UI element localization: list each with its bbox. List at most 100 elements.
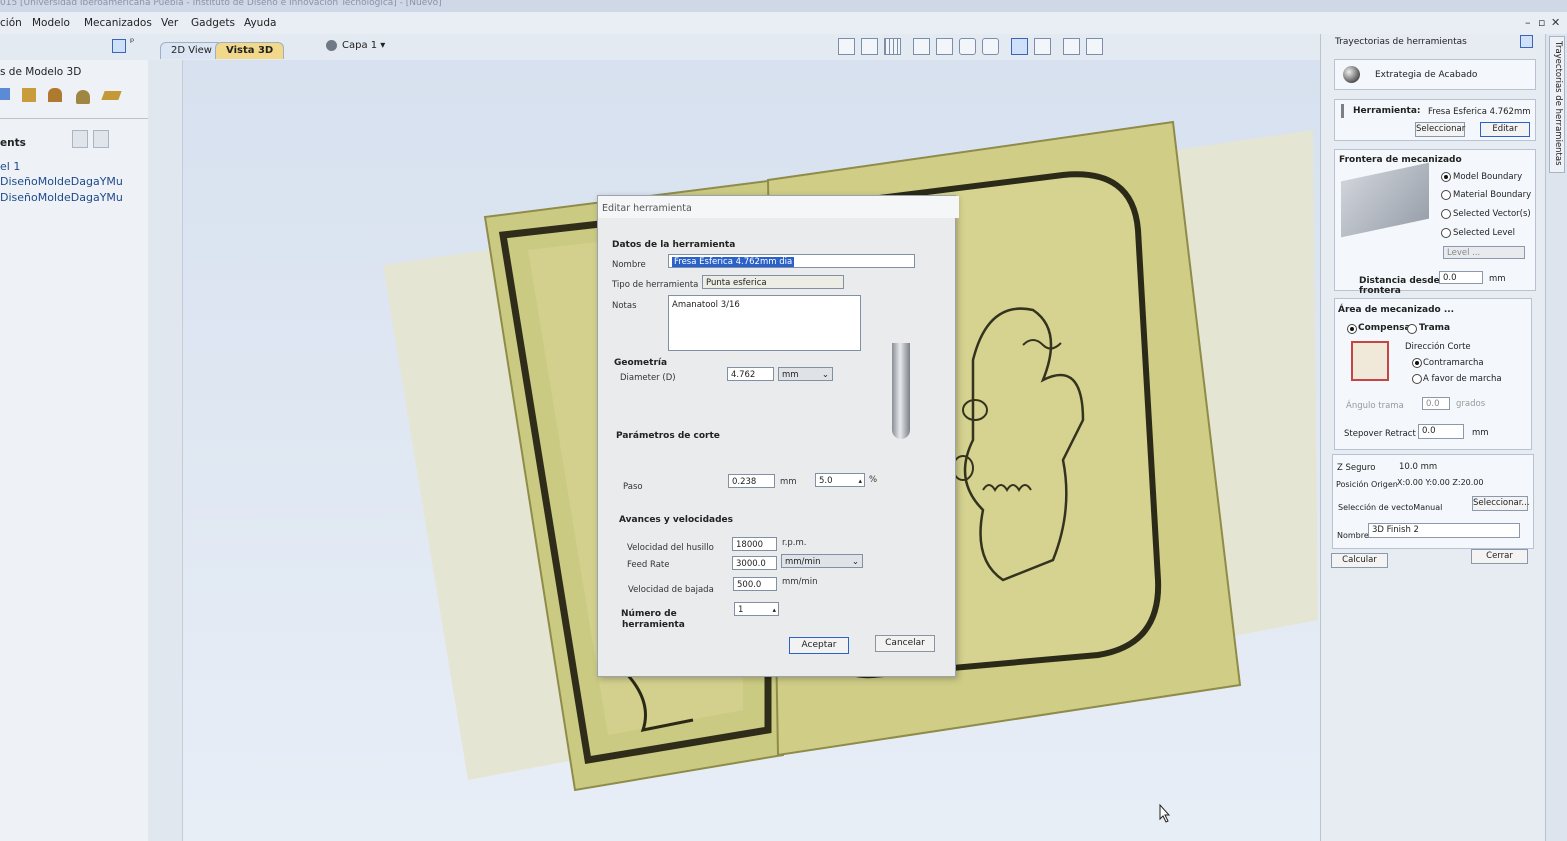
zoom-extents-icon[interactable]: [838, 38, 855, 55]
measure-icon[interactable]: [861, 38, 878, 55]
dome-icon[interactable]: [76, 90, 90, 104]
radio-selected-vectors[interactable]: [1441, 209, 1451, 219]
cancel-button[interactable]: Cancelar: [875, 635, 935, 652]
toolpath-name-value: 3D Finish 2: [1372, 525, 1419, 535]
level-select[interactable]: Level ...: [1443, 246, 1525, 259]
split-horizontal-icon[interactable]: [1063, 38, 1080, 55]
cut-direction-title: Dirección Corte: [1405, 342, 1471, 352]
menu-ayuda[interactable]: Ayuda: [244, 17, 276, 29]
vector-select-button[interactable]: Seleccionar...: [1472, 496, 1530, 511]
texture-icon[interactable]: [22, 88, 36, 102]
tab-3d-view[interactable]: Vista 3D: [215, 42, 285, 59]
pin-panel-icon[interactable]: [1520, 35, 1533, 48]
step-label: Paso: [623, 482, 643, 492]
spindle-label: Velocidad del husillo: [627, 543, 714, 553]
feed-unit-select[interactable]: mm/min ⌄: [781, 554, 863, 568]
radio-material-boundary[interactable]: [1441, 190, 1451, 200]
tool-name-label: Nombre: [612, 260, 646, 270]
radio-offset[interactable]: [1347, 324, 1357, 334]
diameter-unit-select[interactable]: mm ⌄: [778, 367, 833, 381]
tab-2d-view[interactable]: 2D View: [160, 42, 223, 59]
radio-conventional[interactable]: [1412, 374, 1422, 384]
climb-label: Contramarcha: [1423, 358, 1484, 368]
move-up-button[interactable]: [72, 130, 88, 148]
diameter-unit: mm: [782, 370, 799, 380]
pin-panel-icon[interactable]: [112, 39, 126, 53]
tool-number-input[interactable]: 1 ▴: [734, 602, 779, 616]
tool-value: Fresa Esferica 4.762mm: [1428, 107, 1531, 117]
tree-item-model-2[interactable]: DiseñoMoldeDagaYMu: [0, 191, 123, 204]
step-input[interactable]: 0.238: [728, 474, 775, 488]
spinner-icon[interactable]: ▴: [858, 474, 862, 486]
raster-angle-unit: grados: [1456, 399, 1486, 409]
radio-raster[interactable]: [1407, 324, 1417, 334]
menu-gadgets[interactable]: Gadgets: [191, 17, 235, 29]
edit-tool-dialog: Editar herramienta Datos de la herramien…: [597, 195, 959, 677]
spindle-input[interactable]: 18000: [732, 537, 777, 551]
raster-angle-value: 0.0: [1426, 399, 1440, 409]
edit-tool-button[interactable]: Editar: [1480, 122, 1530, 137]
notes-textarea[interactable]: Amanatool 3/16: [668, 295, 861, 351]
layer-dropdown[interactable]: Capa 1 ▾: [342, 40, 385, 51]
step-percent-input[interactable]: 5.0 ▴: [815, 473, 865, 487]
menu-modelo[interactable]: Modelo: [32, 17, 70, 29]
accept-button[interactable]: Aceptar: [789, 637, 849, 654]
components-section: ents: [0, 137, 26, 149]
select-tool-button[interactable]: Seleccionar: [1415, 122, 1465, 137]
distance-input[interactable]: 0.0: [1439, 271, 1483, 284]
zoom-in-icon[interactable]: [959, 38, 976, 55]
dialog-title: Editar herramienta: [598, 196, 959, 218]
move-down-button[interactable]: [93, 130, 109, 148]
diameter-input[interactable]: 4.762: [727, 367, 774, 381]
z-safe-label: Z Seguro: [1337, 463, 1376, 473]
machining-area-title: Área de mecanizado ...: [1338, 305, 1455, 315]
distance-label: Distancia desde: [1359, 276, 1440, 286]
minimize-button[interactable]: –: [1525, 16, 1531, 29]
menu-file[interactable]: ción: [0, 17, 22, 29]
strategy-title: Extrategia de Acabado: [1375, 70, 1478, 80]
menu-ver[interactable]: Ver: [161, 17, 178, 29]
tool-name-value: Fresa Esferica 4.762mm dia: [672, 257, 795, 267]
toolpaths-vertical-tab[interactable]: Trayectorias de herramientas: [1549, 36, 1565, 173]
tool-name-input[interactable]: Fresa Esferica 4.762mm dia: [668, 254, 915, 268]
close-button[interactable]: Cerrar: [1471, 549, 1528, 564]
menu-mecanizados[interactable]: Mecanizados: [84, 17, 152, 29]
component-icon[interactable]: [48, 88, 62, 102]
pan-icon[interactable]: [913, 38, 930, 55]
toolpaths-vertical-tab-label: Trayectorias de herramientas: [1553, 41, 1563, 166]
offset-label: Compensa: [1358, 323, 1411, 333]
restore-button[interactable]: ▫: [1538, 16, 1545, 29]
sculpt-icon[interactable]: [101, 91, 122, 100]
toolpath-name-input[interactable]: 3D Finish 2: [1368, 523, 1520, 538]
tool-type-value: Punta esferica: [706, 278, 767, 288]
model-tool-icon[interactable]: [0, 88, 10, 100]
selected-vectors-label: Selected Vector(s): [1453, 209, 1531, 219]
tool-label: Herramienta:: [1353, 106, 1421, 116]
vector-selection-label: Selección de vectoManual: [1338, 503, 1443, 512]
zoom-out-icon[interactable]: [982, 38, 999, 55]
radio-model-boundary[interactable]: [1441, 172, 1451, 182]
toolpath-view-icon[interactable]: [1034, 38, 1051, 55]
radio-climb[interactable]: [1412, 358, 1422, 368]
step-unit: mm: [780, 477, 797, 487]
feed-rate-input[interactable]: 3000.0: [732, 556, 777, 570]
raster-label: Trama: [1419, 323, 1451, 333]
material-boundary-label: Material Boundary: [1453, 190, 1532, 200]
step-percent-unit: %: [869, 475, 878, 485]
stepover-retract-input[interactable]: 0.0: [1418, 424, 1464, 439]
radio-selected-level[interactable]: [1441, 228, 1451, 238]
raster-angle-label: Ángulo trama: [1346, 401, 1404, 411]
calculate-button[interactable]: Calcular: [1331, 553, 1388, 568]
spinner-icon[interactable]: ▴: [772, 603, 776, 615]
shaded-view-icon[interactable]: [1011, 38, 1028, 55]
grid-icon[interactable]: [884, 38, 901, 55]
plunge-rate-input[interactable]: 500.0: [733, 577, 777, 591]
dock-icon[interactable]: ᵖ: [130, 37, 134, 48]
zoom-box-icon[interactable]: [936, 38, 953, 55]
close-window-button[interactable]: ✕: [1551, 16, 1560, 29]
stepover-retract-value: 0.0: [1422, 426, 1436, 436]
tree-item-model-1[interactable]: DiseñoMoldeDagaYMu: [0, 175, 123, 188]
raster-angle-input[interactable]: 0.0: [1422, 397, 1450, 410]
split-vertical-icon[interactable]: [1086, 38, 1103, 55]
tree-item-level[interactable]: el 1: [0, 160, 20, 173]
